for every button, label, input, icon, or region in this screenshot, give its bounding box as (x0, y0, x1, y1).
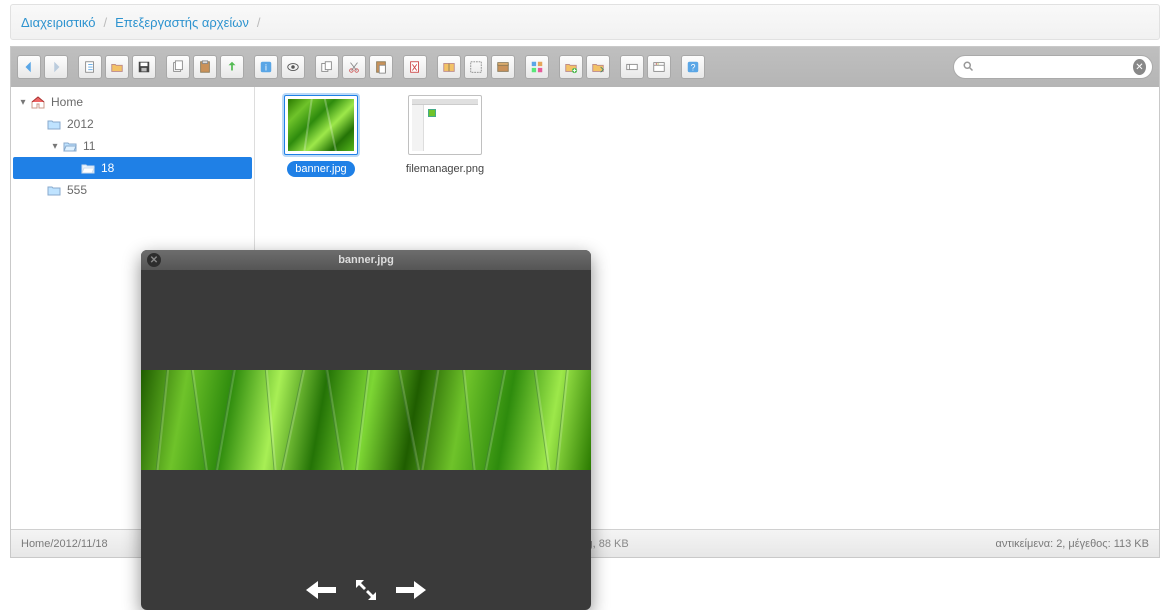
breadcrumb-admin[interactable]: Διαχειριστικό (21, 15, 96, 30)
properties-button[interactable] (647, 55, 671, 79)
search-icon (962, 60, 974, 75)
paste-button[interactable] (193, 55, 217, 79)
search-clear-icon[interactable]: ✕ (1133, 59, 1146, 75)
copy-button[interactable] (166, 55, 190, 79)
file-thumbnail (408, 95, 482, 155)
expand-icon[interactable]: ▾ (17, 97, 29, 108)
new-folder-button[interactable] (105, 55, 129, 79)
file-item-banner[interactable]: banner.jpg (271, 95, 371, 177)
preview-titlebar[interactable]: ✕ banner.jpg (141, 250, 591, 270)
breadcrumb-separator: / (104, 15, 108, 30)
file-label: filemanager.png (398, 161, 492, 177)
tree-label: 18 (101, 161, 114, 175)
archive-button[interactable] (491, 55, 515, 79)
delete-button[interactable] (403, 55, 427, 79)
select-all-button[interactable] (464, 55, 488, 79)
forward-button[interactable] (44, 55, 68, 79)
breadcrumb-filemanager[interactable]: Επεξεργαστής αρχείων (115, 15, 249, 30)
toolbar: i ? (11, 47, 1159, 87)
preview-close-button[interactable]: ✕ (147, 253, 161, 267)
expand-icon[interactable]: ▾ (49, 141, 61, 152)
paste-clipboard-button[interactable] (369, 55, 393, 79)
info-button[interactable]: i (254, 55, 278, 79)
status-summary: αντικείμενα: 2, μέγεθος: 113 KB (995, 538, 1149, 550)
help-button[interactable]: ? (681, 55, 705, 79)
tree-node-555[interactable]: 555 (11, 179, 254, 201)
tree-node-home[interactable]: ▾ Home (11, 91, 254, 113)
grid-view-button[interactable] (525, 55, 549, 79)
tree-label: 2012 (67, 117, 94, 131)
filemanager-frame: i ? (10, 46, 1160, 558)
extract-button[interactable] (437, 55, 461, 79)
preview-prev-button[interactable] (306, 578, 336, 602)
cut-button[interactable] (342, 55, 366, 79)
tree-node-11[interactable]: ▾ 11 (11, 135, 254, 157)
svg-text:?: ? (691, 63, 696, 73)
search-input[interactable] (978, 60, 1133, 74)
folder-open-icon (79, 160, 97, 176)
preview-image-area (141, 270, 591, 570)
save-button[interactable] (132, 55, 156, 79)
upload-button[interactable] (220, 55, 244, 79)
preview-button[interactable] (281, 55, 305, 79)
preview-controls (141, 570, 591, 610)
tree-node-18[interactable]: 18 (13, 157, 252, 179)
breadcrumb: Διαχειριστικό / Επεξεργαστής αρχείων / (10, 4, 1160, 40)
folder-arrow-button[interactable] (586, 55, 610, 79)
breadcrumb-separator: / (257, 15, 261, 30)
search-field[interactable]: ✕ (953, 55, 1153, 79)
preview-image (141, 370, 591, 470)
image-preview-dialog[interactable]: ✕ banner.jpg (141, 250, 591, 610)
new-file-button[interactable] (78, 55, 102, 79)
file-label: banner.jpg (287, 161, 354, 177)
rename-button[interactable] (620, 55, 644, 79)
home-icon (29, 94, 47, 110)
preview-title: banner.jpg (338, 254, 394, 266)
file-item-filemanager[interactable]: filemanager.png (395, 95, 495, 177)
svg-text:i: i (265, 63, 267, 73)
tree-label: Home (51, 95, 83, 109)
folder-icon (45, 182, 63, 198)
back-button[interactable] (17, 55, 41, 79)
status-path: Home/2012/11/18 (21, 538, 108, 550)
preview-next-button[interactable] (396, 578, 426, 602)
folder-plus-button[interactable] (559, 55, 583, 79)
tree-label: 555 (67, 183, 87, 197)
tree-label: 11 (83, 139, 95, 153)
preview-fullscreen-button[interactable] (356, 580, 376, 600)
tree-node-2012[interactable]: 2012 (11, 113, 254, 135)
duplicate-button[interactable] (315, 55, 339, 79)
folder-icon (45, 116, 63, 132)
folder-open-icon (61, 138, 79, 154)
file-thumbnail (284, 95, 358, 155)
